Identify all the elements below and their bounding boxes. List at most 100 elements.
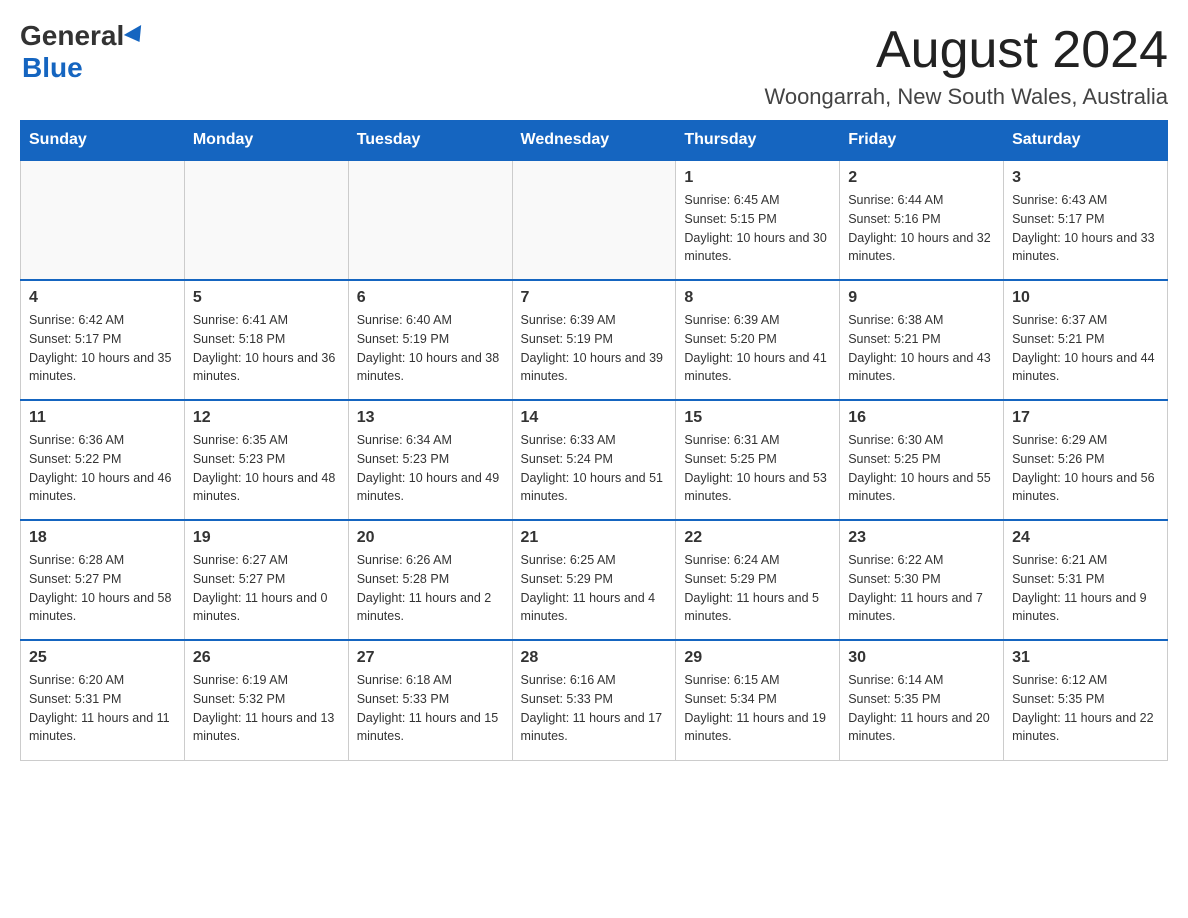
calendar-cell: 29 Sunrise: 6:15 AM Sunset: 5:34 PM Dayli… [676,640,840,760]
calendar-cell: 7Sunrise: 6:39 AM Sunset: 5:19 PM Daylig… [512,280,676,400]
title-block: August 2024 Woongarrah, New South Wales,… [764,20,1168,110]
day-number: 25 [29,649,176,667]
calendar-cell: 18Sunrise: 6:28 AM Sunset: 5:27 PM Dayli… [21,520,185,640]
day-number: 12 [193,409,340,427]
calendar-cell: 22Sunrise: 6:24 AM Sunset: 5:29 PM Dayli… [676,520,840,640]
logo-triangle-icon [124,25,148,47]
day-info: Sunrise: 6:40 AM Sunset: 5:19 PM Dayligh… [357,311,504,386]
calendar-cell: 3 Sunrise: 6:43 AM Sunset: 5:17 PM Daylig… [1004,160,1168,280]
day-info: Sunrise: 6:33 AM Sunset: 5:24 PM Dayligh… [521,431,668,506]
day-info: Sunrise: 6:25 AM Sunset: 5:29 PM Dayligh… [521,551,668,626]
calendar-cell: 13Sunrise: 6:34 AM Sunset: 5:23 PM Dayli… [348,400,512,520]
calendar-cell: 1 Sunrise: 6:45 AM Sunset: 5:15 PM Daylig… [676,160,840,280]
calendar-cell: 4 Sunrise: 6:42 AM Sunset: 5:17 PM Daylig… [21,280,185,400]
weekday-header-thursday: Thursday [676,121,840,161]
calendar-cell: 10Sunrise: 6:37 AM Sunset: 5:21 PM Dayli… [1004,280,1168,400]
day-number: 30 [848,649,995,667]
day-number: 29 [684,649,831,667]
day-number: 3 [1012,169,1159,187]
calendar-cell: 27 Sunrise: 6:18 AM Sunset: 5:33 PM Dayli… [348,640,512,760]
calendar-cell: 21Sunrise: 6:25 AM Sunset: 5:29 PM Dayli… [512,520,676,640]
calendar-cell: 20Sunrise: 6:26 AM Sunset: 5:28 PM Dayli… [348,520,512,640]
calendar-week-row: 1 Sunrise: 6:45 AM Sunset: 5:15 PM Daylig… [21,160,1168,280]
calendar-cell: 6 Sunrise: 6:40 AM Sunset: 5:19 PM Daylig… [348,280,512,400]
calendar-cell: 8 Sunrise: 6:39 AM Sunset: 5:20 PM Daylig… [676,280,840,400]
calendar-cell: 11 Sunrise: 6:36 AM Sunset: 5:22 PM Dayli… [21,400,185,520]
calendar-table: SundayMondayTuesdayWednesdayThursdayFrid… [20,120,1168,761]
day-number: 6 [357,289,504,307]
calendar-cell: 31Sunrise: 6:12 AM Sunset: 5:35 PM Dayli… [1004,640,1168,760]
calendar-cell: 24Sunrise: 6:21 AM Sunset: 5:31 PM Dayli… [1004,520,1168,640]
day-number: 8 [684,289,831,307]
day-number: 24 [1012,529,1159,547]
weekday-header-friday: Friday [840,121,1004,161]
day-number: 16 [848,409,995,427]
weekday-header-tuesday: Tuesday [348,121,512,161]
calendar-week-row: 4 Sunrise: 6:42 AM Sunset: 5:17 PM Daylig… [21,280,1168,400]
weekday-header-sunday: Sunday [21,121,185,161]
day-info: Sunrise: 6:27 AM Sunset: 5:27 PM Dayligh… [193,551,340,626]
month-title: August 2024 [764,20,1168,80]
day-info: Sunrise: 6:16 AM Sunset: 5:33 PM Dayligh… [521,671,668,746]
day-info: Sunrise: 6:43 AM Sunset: 5:17 PM Dayligh… [1012,191,1159,266]
calendar-header: SundayMondayTuesdayWednesdayThursdayFrid… [21,121,1168,161]
calendar-cell: 23Sunrise: 6:22 AM Sunset: 5:30 PM Dayli… [840,520,1004,640]
calendar-cell: 25 Sunrise: 6:20 AM Sunset: 5:31 PM Dayli… [21,640,185,760]
day-info: Sunrise: 6:28 AM Sunset: 5:27 PM Dayligh… [29,551,176,626]
day-info: Sunrise: 6:37 AM Sunset: 5:21 PM Dayligh… [1012,311,1159,386]
logo-general-text: General [20,20,124,52]
day-number: 2 [848,169,995,187]
day-number: 22 [684,529,831,547]
calendar-cell: 15Sunrise: 6:31 AM Sunset: 5:25 PM Dayli… [676,400,840,520]
day-info: Sunrise: 6:18 AM Sunset: 5:33 PM Dayligh… [357,671,504,746]
day-info: Sunrise: 6:14 AM Sunset: 5:35 PM Dayligh… [848,671,995,746]
calendar-week-row: 18Sunrise: 6:28 AM Sunset: 5:27 PM Dayli… [21,520,1168,640]
day-info: Sunrise: 6:29 AM Sunset: 5:26 PM Dayligh… [1012,431,1159,506]
day-number: 7 [521,289,668,307]
day-number: 26 [193,649,340,667]
day-number: 11 [29,409,176,427]
weekday-header-monday: Monday [184,121,348,161]
day-info: Sunrise: 6:34 AM Sunset: 5:23 PM Dayligh… [357,431,504,506]
calendar-cell [348,160,512,280]
calendar-cell [184,160,348,280]
calendar-cell: 9 Sunrise: 6:38 AM Sunset: 5:21 PM Daylig… [840,280,1004,400]
day-info: Sunrise: 6:12 AM Sunset: 5:35 PM Dayligh… [1012,671,1159,746]
calendar-cell: 28 Sunrise: 6:16 AM Sunset: 5:33 PM Dayli… [512,640,676,760]
weekday-header-wednesday: Wednesday [512,121,676,161]
day-info: Sunrise: 6:45 AM Sunset: 5:15 PM Dayligh… [684,191,831,266]
day-info: Sunrise: 6:42 AM Sunset: 5:17 PM Dayligh… [29,311,176,386]
day-info: Sunrise: 6:20 AM Sunset: 5:31 PM Dayligh… [29,671,176,746]
day-number: 4 [29,289,176,307]
calendar-cell: 2 Sunrise: 6:44 AM Sunset: 5:16 PM Daylig… [840,160,1004,280]
calendar-cell: 16Sunrise: 6:30 AM Sunset: 5:25 PM Dayli… [840,400,1004,520]
logo: General Blue [20,20,146,84]
location-title: Woongarrah, New South Wales, Australia [764,84,1168,110]
day-number: 14 [521,409,668,427]
calendar-week-row: 11 Sunrise: 6:36 AM Sunset: 5:22 PM Dayli… [21,400,1168,520]
day-number: 17 [1012,409,1159,427]
day-info: Sunrise: 6:36 AM Sunset: 5:22 PM Dayligh… [29,431,176,506]
calendar-cell: 26Sunrise: 6:19 AM Sunset: 5:32 PM Dayli… [184,640,348,760]
day-number: 9 [848,289,995,307]
page-header: General Blue August 2024 Woongarrah, New… [20,20,1168,110]
calendar-cell: 19Sunrise: 6:27 AM Sunset: 5:27 PM Dayli… [184,520,348,640]
day-info: Sunrise: 6:31 AM Sunset: 5:25 PM Dayligh… [684,431,831,506]
calendar-cell [512,160,676,280]
weekday-header-saturday: Saturday [1004,121,1168,161]
day-info: Sunrise: 6:15 AM Sunset: 5:34 PM Dayligh… [684,671,831,746]
day-info: Sunrise: 6:39 AM Sunset: 5:20 PM Dayligh… [684,311,831,386]
calendar-cell: 17 Sunrise: 6:29 AM Sunset: 5:26 PM Dayli… [1004,400,1168,520]
day-number: 20 [357,529,504,547]
calendar-cell [21,160,185,280]
calendar-cell: 14 Sunrise: 6:33 AM Sunset: 5:24 PM Dayli… [512,400,676,520]
day-number: 27 [357,649,504,667]
day-info: Sunrise: 6:41 AM Sunset: 5:18 PM Dayligh… [193,311,340,386]
day-number: 1 [684,169,831,187]
day-info: Sunrise: 6:35 AM Sunset: 5:23 PM Dayligh… [193,431,340,506]
day-info: Sunrise: 6:44 AM Sunset: 5:16 PM Dayligh… [848,191,995,266]
day-info: Sunrise: 6:38 AM Sunset: 5:21 PM Dayligh… [848,311,995,386]
day-number: 28 [521,649,668,667]
day-number: 5 [193,289,340,307]
day-number: 23 [848,529,995,547]
